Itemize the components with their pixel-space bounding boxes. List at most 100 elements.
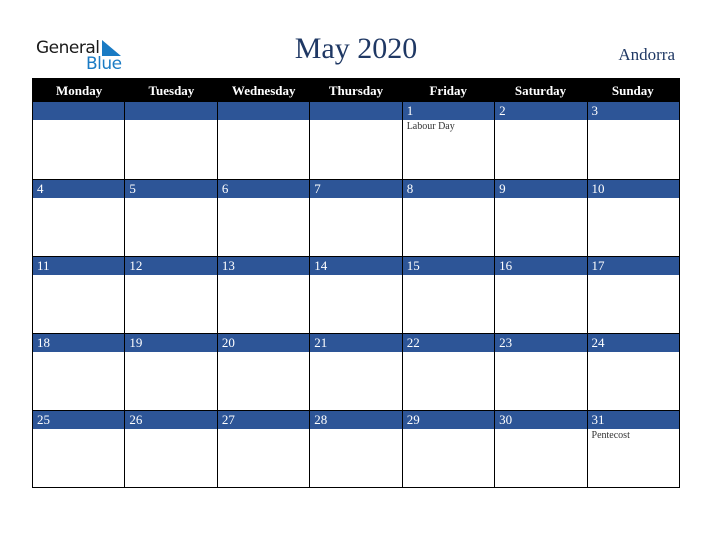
holiday-label	[33, 429, 124, 430]
weekday-header: Monday	[56, 83, 103, 98]
day-number: 8	[402, 180, 495, 198]
holiday-label	[218, 198, 309, 199]
week-row: 4 5 6 7 8 9 10	[33, 179, 679, 256]
day-number: 14	[310, 257, 402, 275]
holiday-label	[310, 275, 401, 276]
holiday-label	[403, 275, 494, 276]
day-cell[interactable]	[309, 102, 402, 179]
holiday-label	[310, 120, 401, 121]
day-number	[310, 102, 402, 120]
weekday-header: Friday	[429, 83, 468, 98]
day-cell[interactable]: 9	[494, 180, 587, 256]
day-number: 18	[33, 334, 125, 352]
day-cell[interactable]: 31 Pentecost	[586, 411, 679, 487]
holiday-label	[588, 198, 679, 199]
week-row: 25 26 27 28 29 30 31 Pentecost	[33, 410, 679, 487]
day-cell[interactable]	[124, 102, 217, 179]
day-number: 17	[587, 257, 679, 275]
weekday-header: Tuesday	[148, 83, 195, 98]
holiday-label	[588, 120, 679, 121]
day-number: 11	[33, 257, 125, 275]
weekday-header: Saturday	[514, 83, 567, 98]
day-number: 13	[217, 257, 310, 275]
day-number: 6	[217, 180, 310, 198]
day-number: 24	[587, 334, 679, 352]
day-cell[interactable]	[216, 102, 310, 179]
day-number: 30	[495, 411, 587, 429]
week-row: 11 12 13 14 15 16 17	[33, 256, 679, 333]
day-cell[interactable]: 30	[494, 411, 587, 487]
holiday-label	[403, 352, 494, 353]
day-cell[interactable]: 29	[401, 411, 495, 487]
holiday-label	[403, 198, 494, 199]
day-cell[interactable]: 19	[124, 334, 217, 410]
week-row: 1 Labour Day 2 3	[33, 102, 679, 179]
day-cell[interactable]: 2	[494, 102, 587, 179]
day-cell[interactable]: 1 Labour Day	[401, 102, 495, 179]
holiday-label	[588, 275, 679, 276]
day-cell[interactable]: 17	[586, 257, 679, 333]
day-cell[interactable]: 8	[401, 180, 495, 256]
day-cell[interactable]: 4	[33, 180, 125, 256]
day-number: 22	[402, 334, 495, 352]
calendar-grid: Monday Tuesday Wednesday Thursday Friday…	[32, 78, 680, 488]
holiday-label	[403, 429, 494, 430]
holiday-label	[125, 198, 216, 199]
calendar-title: May 2020	[294, 32, 418, 65]
day-cell[interactable]: 22	[401, 334, 495, 410]
holiday-label	[33, 198, 124, 199]
day-number: 16	[495, 257, 587, 275]
day-cell[interactable]: 11	[33, 257, 125, 333]
day-cell[interactable]: 24	[586, 334, 679, 410]
day-number: 1	[402, 102, 495, 120]
day-number: 29	[402, 411, 495, 429]
day-number: 7	[310, 180, 402, 198]
holiday-label	[33, 275, 124, 276]
day-cell[interactable]: 7	[309, 180, 402, 256]
day-number: 23	[495, 334, 587, 352]
day-number: 4	[33, 180, 125, 198]
day-number	[125, 102, 217, 120]
day-number: 28	[310, 411, 402, 429]
day-cell[interactable]: 27	[216, 411, 310, 487]
day-cell[interactable]: 6	[216, 180, 310, 256]
holiday-label	[218, 352, 309, 353]
day-cell[interactable]: 14	[309, 257, 402, 333]
day-number: 31	[587, 411, 679, 429]
holiday-label	[310, 429, 401, 430]
day-number: 20	[217, 334, 310, 352]
day-cell[interactable]: 18	[33, 334, 125, 410]
day-cell[interactable]: 21	[309, 334, 402, 410]
holiday-label	[495, 120, 586, 121]
day-number: 9	[495, 180, 587, 198]
holiday-label	[588, 352, 679, 353]
day-number: 2	[495, 102, 587, 120]
holiday-label	[495, 429, 586, 430]
day-cell[interactable]: 16	[494, 257, 587, 333]
day-cell[interactable]: 25	[33, 411, 125, 487]
day-number: 27	[217, 411, 310, 429]
day-cell[interactable]: 10	[586, 180, 679, 256]
day-cell[interactable]: 23	[494, 334, 587, 410]
holiday-label	[495, 352, 586, 353]
day-number: 5	[125, 180, 217, 198]
weekday-header: Wednesday	[231, 83, 296, 98]
day-cell[interactable]: 12	[124, 257, 217, 333]
weekday-header: Thursday	[328, 83, 384, 98]
day-cell[interactable]: 28	[309, 411, 402, 487]
day-number: 15	[402, 257, 495, 275]
day-cell[interactable]: 20	[216, 334, 310, 410]
day-number	[33, 102, 125, 120]
day-number: 21	[310, 334, 402, 352]
day-cell[interactable]: 13	[216, 257, 310, 333]
weekday-header: Sunday	[611, 83, 654, 98]
day-number: 19	[125, 334, 217, 352]
day-cell[interactable]: 5	[124, 180, 217, 256]
holiday-label	[218, 120, 309, 121]
day-cell[interactable]: 3	[586, 102, 679, 179]
day-cell[interactable]: 26	[124, 411, 217, 487]
holiday-label	[33, 120, 124, 121]
day-cell[interactable]	[33, 102, 125, 179]
day-number: 12	[125, 257, 217, 275]
day-cell[interactable]: 15	[401, 257, 495, 333]
